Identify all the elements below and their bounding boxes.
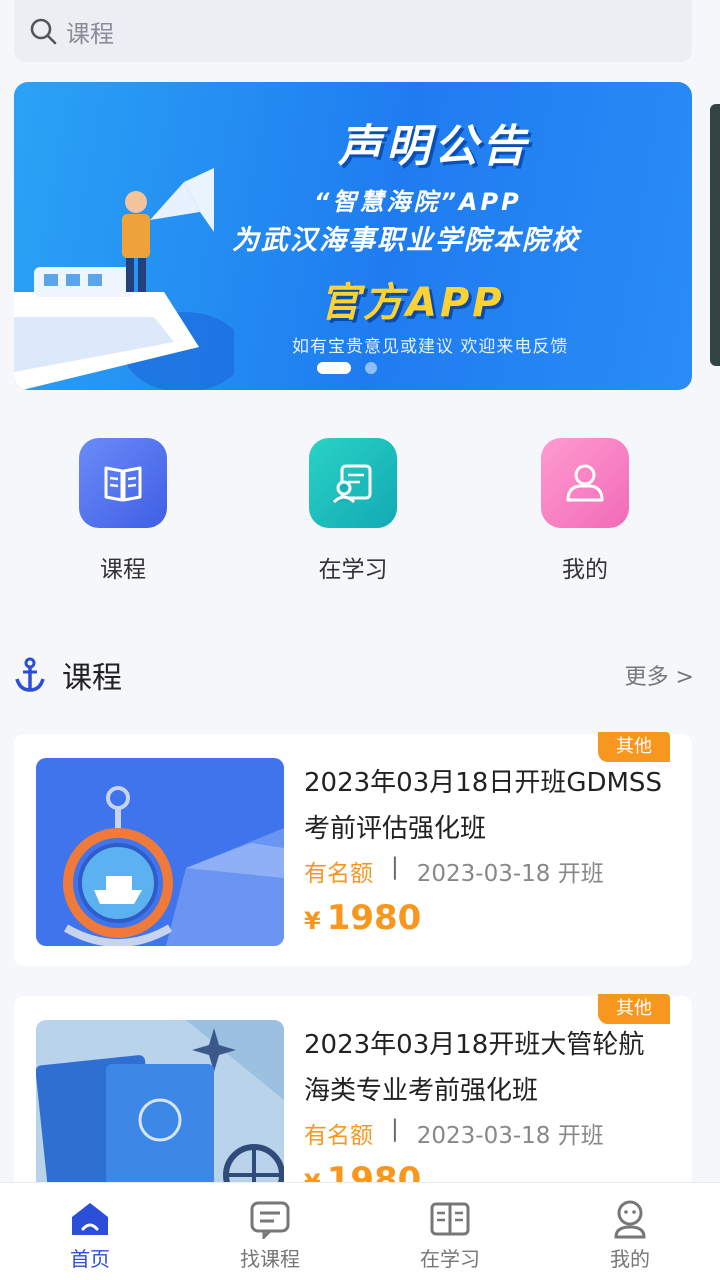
banner-line-4: 如有宝贵意见或建议 欢迎来电反馈 — [292, 337, 569, 357]
tab-study[interactable]: 在学习 — [360, 1183, 540, 1280]
tab-find-course-label: 找课程 — [240, 1247, 300, 1271]
search-placeholder: 课程 — [66, 19, 114, 48]
quick-course[interactable]: 课程 — [79, 438, 167, 584]
next-banner-peek — [710, 104, 720, 366]
anchor-icon — [15, 657, 45, 692]
pagination-dot[interactable] — [365, 362, 377, 374]
search-icon — [30, 18, 57, 45]
start-date: 2023-03-18 开班 — [416, 861, 604, 887]
course-title: 2023年03月18日开班GDMSS 考前评估强化班 — [304, 768, 662, 844]
book-icon — [79, 438, 167, 528]
course-meta: 有名额 | 2023-03-18 开班 — [304, 1116, 604, 1150]
banner-pagination — [317, 362, 377, 374]
start-date: 2023-03-18 开班 — [416, 1123, 604, 1149]
meta-separator: | — [391, 854, 399, 880]
quick-studying[interactable]: 在学习 — [309, 438, 397, 584]
course-title: 2023年03月18开班大管轮航海类专业考前强化班 — [304, 1030, 645, 1106]
banner-title: 声明公告 — [338, 121, 530, 172]
course-meta: 有名额 | 2023-03-18 开班 — [304, 854, 604, 888]
banner-line-2: 为武汉海事职业学院本院校 — [232, 225, 580, 256]
tab-profile-label: 我的 — [610, 1247, 650, 1271]
ship-illustration — [14, 168, 234, 390]
find-course-icon — [250, 1201, 290, 1239]
quick-mine[interactable]: 我的 — [541, 438, 629, 584]
profile-icon — [614, 1200, 646, 1239]
quota-status: 有名额 — [304, 861, 373, 887]
tab-home-label: 首页 — [70, 1247, 110, 1271]
bottom-tab-bar: 首页 找课程 在学习 我的 — [0, 1182, 720, 1280]
tab-profile[interactable]: 我的 — [540, 1183, 720, 1280]
category-tag: 其他 — [598, 732, 670, 762]
currency-symbol: ¥ — [304, 907, 321, 935]
search-bar[interactable]: 课程 — [14, 0, 692, 62]
home-icon — [72, 1203, 108, 1235]
course-section-header: 课程 更多 > — [14, 650, 694, 700]
category-tag: 其他 — [598, 994, 670, 1024]
meta-separator: | — [391, 1116, 399, 1142]
course-card[interactable]: 其他 2023年03月18日开班GDMSS 考前评估强化班 有名额 | 2023… — [14, 732, 692, 966]
quota-status: 有名额 — [304, 1123, 373, 1149]
banner-line-1: “智慧海院”APP — [314, 188, 522, 216]
pagination-dot-active[interactable] — [317, 362, 351, 374]
quick-studying-label: 在学习 — [318, 557, 388, 583]
course-thumbnail — [36, 758, 284, 946]
tab-home[interactable]: 首页 — [0, 1183, 180, 1280]
section-title: 课程 — [62, 661, 122, 696]
studying-icon — [309, 438, 397, 528]
quick-mine-label: 我的 — [562, 557, 608, 583]
tab-find-course[interactable]: 找课程 — [180, 1183, 360, 1280]
banner-line-3: 官方APP — [320, 280, 505, 326]
announcement-banner[interactable]: 声明公告 “智慧海院”APP 为武汉海事职业学院本院校 官方APP 如有宝贵意见… — [14, 82, 692, 390]
tab-study-label: 在学习 — [420, 1247, 480, 1271]
user-icon — [541, 438, 629, 528]
price-value: 1980 — [326, 898, 422, 938]
quick-course-label: 课程 — [100, 557, 146, 583]
more-link[interactable]: 更多 > — [625, 659, 694, 691]
course-price: ¥1980 — [304, 898, 421, 938]
study-icon — [430, 1202, 470, 1236]
